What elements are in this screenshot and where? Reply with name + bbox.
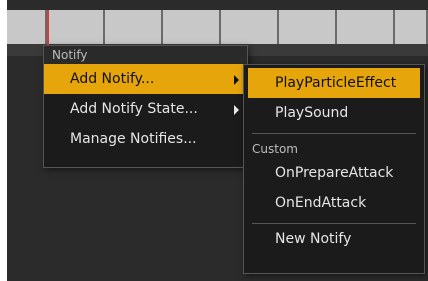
manage-notifies-menu-item[interactable]: Manage Notifies... (44, 124, 247, 154)
menu-item-label: Add Notify... (70, 71, 155, 87)
submenu-arrow-icon (234, 75, 239, 85)
menu-item-label: Manage Notifies... (70, 131, 197, 147)
frame-cell (105, 10, 163, 44)
frame-cell (221, 10, 279, 44)
frame-cell (395, 10, 428, 44)
on-end-attack-item[interactable]: OnEndAttack (244, 188, 424, 218)
custom-section-title: Custom (252, 142, 298, 156)
menu-section-title: Notify (44, 46, 247, 64)
add-notify-state-menu-item[interactable]: Add Notify State... (44, 94, 247, 124)
submenu-arrow-icon (234, 105, 239, 115)
play-sound-item[interactable]: PlaySound (244, 98, 424, 128)
frame-cell (163, 10, 221, 44)
new-notify-item[interactable]: New Notify (244, 224, 424, 254)
add-notify-menu-item[interactable]: Add Notify... (44, 64, 247, 94)
frame-cell (337, 10, 395, 44)
on-prepare-attack-item[interactable]: OnPrepareAttack (244, 158, 424, 188)
add-notify-submenu: PlayParticleEffect PlaySound Custom OnPr… (243, 64, 425, 274)
timeline-frame-strip (7, 10, 428, 44)
menu-item-label: Add Notify State... (70, 101, 198, 117)
frame-cell (7, 10, 47, 44)
frame-cell (279, 10, 337, 44)
menu-separator (252, 133, 416, 134)
play-particle-effect-item[interactable]: PlayParticleEffect (248, 68, 420, 98)
frame-cell (47, 10, 105, 44)
notify-context-menu: Notify Add Notify... Add Notify State...… (43, 45, 248, 168)
